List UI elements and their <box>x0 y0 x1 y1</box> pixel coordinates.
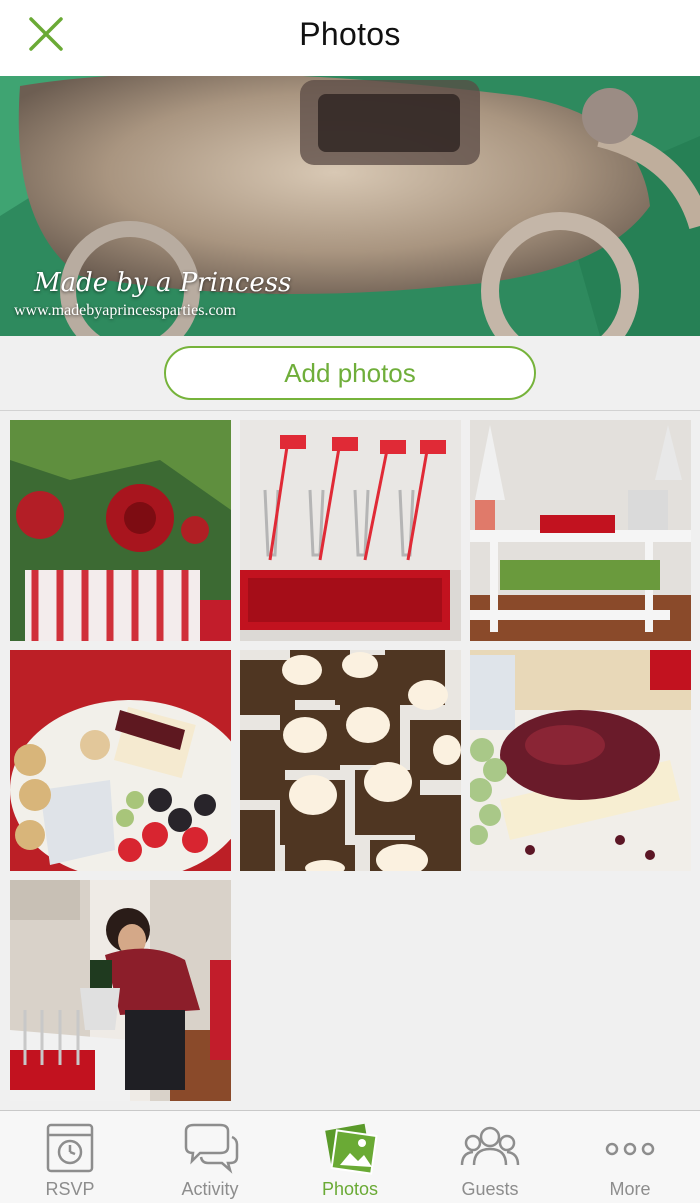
tab-label: Activity <box>181 1179 239 1199</box>
watermark-title: Made by a Princess <box>34 268 292 298</box>
photo-thumbnail[interactable] <box>470 420 691 641</box>
chat-bubbles-icon <box>184 1123 239 1174</box>
page-title: Photos <box>299 16 401 52</box>
photo-thumbnail[interactable] <box>470 650 691 871</box>
tab-rsvp[interactable]: RSVP <box>0 1111 140 1203</box>
photo-thumbnail[interactable] <box>240 650 461 871</box>
photo-grid <box>0 411 700 1111</box>
guests-icon <box>460 1126 520 1166</box>
photo-thumbnail[interactable] <box>10 420 231 641</box>
add-photos-button[interactable]: Add photos <box>164 346 536 400</box>
more-dots-icon <box>605 1142 655 1156</box>
watermark: Made by a Princess www.madebyaprincesspa… <box>14 268 291 320</box>
tab-bar: RSVP Activity Photos Guests More <box>0 1110 700 1203</box>
photo-thumbnail[interactable] <box>10 880 231 1101</box>
photo-thumbnail[interactable] <box>240 420 461 641</box>
tab-label: More <box>609 1179 651 1199</box>
tab-label: Guests <box>461 1179 519 1199</box>
tab-more[interactable]: More <box>560 1111 700 1203</box>
top-bar: Photos <box>0 0 700 76</box>
photo-thumbnail[interactable] <box>10 650 231 871</box>
tab-label: Photos <box>321 1179 379 1199</box>
tab-guests[interactable]: Guests <box>420 1111 560 1203</box>
tab-photos[interactable]: Photos <box>280 1111 420 1203</box>
add-photos-bar: Add photos <box>0 336 700 411</box>
photos-icon <box>325 1123 378 1175</box>
tab-label: RSVP <box>45 1179 95 1199</box>
cover-photo: Made by a Princess www.madebyaprincesspa… <box>0 76 700 336</box>
calendar-clock-icon <box>46 1123 94 1173</box>
tab-activity[interactable]: Activity <box>140 1111 280 1203</box>
watermark-url: www.madebyaprincessparties.com <box>14 302 236 319</box>
